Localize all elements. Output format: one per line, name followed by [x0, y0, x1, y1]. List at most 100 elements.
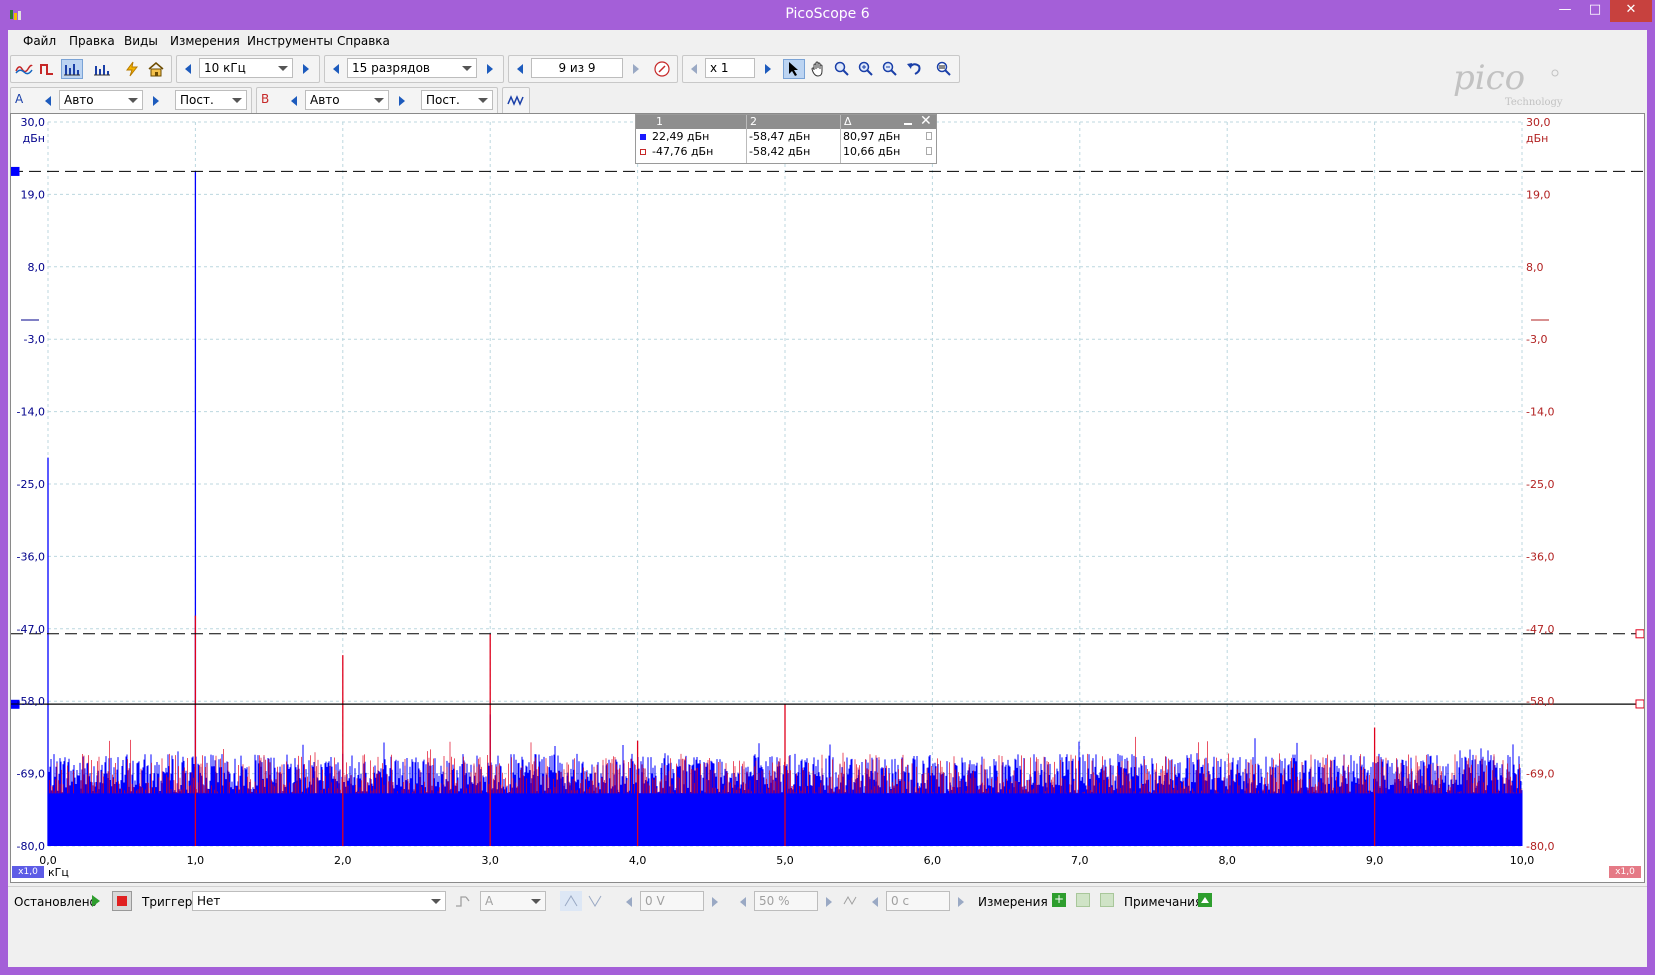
signal-generator-icon[interactable] — [505, 91, 527, 111]
home-icon[interactable] — [145, 59, 167, 79]
delay-icon[interactable] — [840, 891, 862, 911]
channel-a-label[interactable]: A — [15, 92, 23, 106]
close-table-icon[interactable]: ✕ — [920, 114, 932, 129]
delete-measurement-icon[interactable] — [1100, 893, 1114, 907]
advanced-trigger-icon[interactable] — [452, 891, 474, 911]
delay-next-button[interactable] — [952, 891, 970, 913]
auto-setup-icon[interactable] — [121, 59, 143, 79]
minimize-button[interactable]: — — [1550, 0, 1580, 22]
zoom-next-button[interactable] — [759, 58, 777, 80]
channel-a-range-prev-button[interactable] — [39, 90, 57, 112]
zoom-level[interactable]: x 1 — [705, 58, 755, 78]
spectrum-mode-icon[interactable] — [61, 59, 83, 79]
menu-tools[interactable]: Инструменты — [247, 34, 333, 48]
channel-a-range-next-button[interactable] — [147, 90, 165, 112]
channel-a-range-select[interactable]: Авто — [59, 90, 143, 110]
y-tick-label-left: 19,0 — [21, 188, 46, 201]
notes-toggle-icon[interactable] — [1198, 893, 1212, 907]
delay-field[interactable]: 0 с — [886, 891, 950, 911]
menu-views[interactable]: Виды — [124, 34, 158, 48]
menu-edit[interactable]: Правка — [69, 34, 115, 48]
lock-icon[interactable] — [926, 132, 932, 140]
edit-measurement-icon[interactable] — [1076, 893, 1090, 907]
ruler-b-value-2: -58,42 дБн — [749, 145, 811, 158]
x-tick-label: 4,0 — [629, 854, 647, 867]
channel-b-range-select[interactable]: Авто — [305, 90, 389, 110]
y-tick-label-right: -3,0 — [1526, 333, 1547, 346]
y-tick-label-right: 19,0 — [1526, 188, 1551, 201]
channel-a-coupling-select[interactable]: Пост. — [175, 90, 247, 110]
channel-b-label[interactable]: B — [261, 92, 269, 106]
ruler-table-header: 1 2 Δ ✕ — [636, 114, 936, 129]
menu-help[interactable]: Справка — [337, 34, 390, 48]
spectrum-options-icon[interactable] — [91, 59, 113, 79]
trigger-label: Триггер — [142, 895, 193, 909]
y-tick-label-right: -69,0 — [1526, 768, 1554, 781]
persistence-mode-icon[interactable] — [37, 59, 59, 79]
lock-icon[interactable] — [926, 147, 932, 155]
y-tick-label-right: -14,0 — [1526, 406, 1554, 419]
threshold-next-button[interactable] — [706, 891, 724, 913]
zoom-in-icon[interactable] — [855, 59, 877, 79]
pretrigger-field[interactable]: 50 % — [754, 891, 818, 911]
pretrigger-prev-button[interactable] — [734, 891, 752, 913]
rising-edge-icon[interactable] — [560, 891, 582, 911]
buffer-prev-button[interactable] — [511, 58, 529, 80]
maximize-button[interactable]: □ — [1580, 0, 1610, 22]
x-tick-label: 1,0 — [187, 854, 205, 867]
resolution-next-button[interactable] — [481, 58, 499, 80]
pointer-tool-icon[interactable] — [783, 59, 805, 79]
stop-button[interactable] — [112, 891, 132, 911]
y-tick-label-left: -36,0 — [17, 550, 45, 563]
menu-measurements[interactable]: Измерения — [170, 34, 240, 48]
hand-tool-icon[interactable] — [807, 59, 829, 79]
timebase-prev-button[interactable] — [179, 58, 197, 80]
spectrum-plot[interactable]: 30,0 30,0 19,0 19,0 8,0 8,0 -3,0 -3,0 -14,0 -14,0… — [10, 113, 1645, 883]
ruler-delta-header: Δ — [844, 115, 852, 128]
resolution-select[interactable]: 15 разрядов — [347, 58, 477, 78]
x-tick-label: 3,0 — [481, 854, 499, 867]
start-icon[interactable] — [92, 895, 100, 907]
channel-b-group: B Авто Пост. — [256, 87, 498, 115]
buffer-next-button[interactable] — [627, 58, 645, 80]
scope-mode-icon[interactable] — [13, 59, 35, 79]
trigger-source-select[interactable]: A — [480, 891, 546, 911]
threshold-prev-button[interactable] — [620, 891, 638, 913]
ruler-measurement-table[interactable]: 1 2 Δ ✕ 22,49 дБн -58,47 дБн 80,97 дБн -… — [635, 114, 937, 164]
y-tick-label-right: 30,0 — [1526, 116, 1551, 129]
channel-b-range-next-button[interactable] — [393, 90, 411, 112]
falling-edge-icon[interactable] — [584, 891, 606, 911]
pico-logo-text: pico — [1453, 58, 1525, 98]
y-tick-label-left: -25,0 — [17, 478, 45, 491]
undo-zoom-icon[interactable] — [903, 59, 925, 79]
y-tick-label-right: -80,0 — [1526, 840, 1554, 853]
ruler-a-value-1: 22,49 дБн — [652, 130, 710, 143]
pretrigger-next-button[interactable] — [820, 891, 838, 913]
delay-prev-button[interactable] — [866, 891, 884, 913]
ruler-handle-B — [1635, 699, 1644, 709]
add-measurement-icon[interactable]: + — [1052, 893, 1066, 907]
spectrum-svg: 30,0 30,019,0 19,08,0 8,0-3,0 -3,0-14,0 -14,0… — [11, 116, 1644, 867]
menu-file[interactable]: Файл — [23, 34, 56, 48]
zoom-out-icon[interactable] — [879, 59, 901, 79]
timebase-next-button[interactable] — [297, 58, 315, 80]
zoom-prev-button[interactable] — [685, 58, 703, 80]
zoom-area-icon[interactable] — [831, 59, 853, 79]
x-scale-left-badge[interactable]: x1,0 — [12, 866, 44, 878]
buffer-navigator-icon[interactable] — [651, 59, 673, 79]
y-tick-label-right: -58,0 — [1526, 695, 1554, 708]
close-button[interactable]: ✕ — [1610, 0, 1652, 22]
x-scale-right-badge[interactable]: x1,0 — [1609, 866, 1641, 878]
channel-b-swatch — [640, 149, 646, 155]
threshold-field[interactable]: 0 V — [640, 891, 704, 911]
x-tick-label: 7,0 — [1071, 854, 1089, 867]
channel-b-range-prev-button[interactable] — [285, 90, 303, 112]
trigger-mode-select[interactable]: Нет — [192, 891, 446, 911]
channel-b-coupling-select[interactable]: Пост. — [421, 90, 493, 110]
zoom-overview-icon[interactable] — [933, 59, 955, 79]
y-tick-label-left: -69,0 — [17, 768, 45, 781]
buffer-position[interactable]: 9 из 9 — [531, 58, 623, 78]
frequency-select[interactable]: 10 кГц — [199, 58, 293, 78]
minimize-table-icon[interactable] — [904, 123, 912, 125]
resolution-prev-button[interactable] — [327, 58, 345, 80]
